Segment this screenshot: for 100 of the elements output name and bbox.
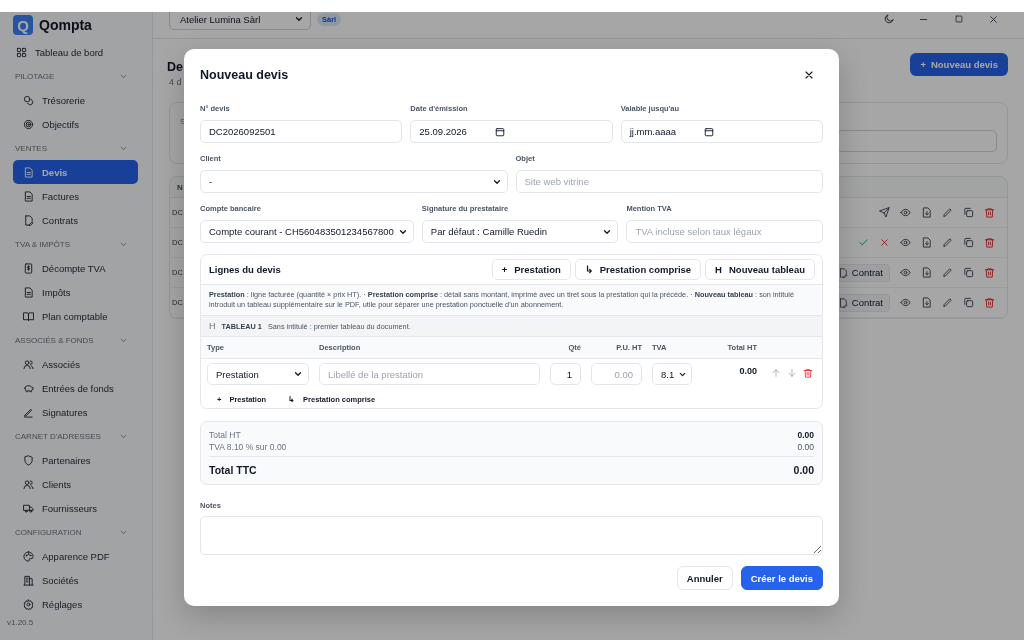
section-heading: TVA & IMPÔTS [15, 239, 70, 249]
line-total: 0.00 [738, 365, 757, 377]
text-field[interactable]: Site web vitrine [515, 170, 823, 194]
trash-icon [984, 297, 995, 308]
notes-field[interactable] [200, 516, 823, 555]
total-label: TVA 8.10 % sur 0.00 [209, 440, 287, 453]
select-field[interactable]: Compte courant - CH560483501234567800 [200, 220, 414, 244]
sidebar-item[interactable]: Signatures [13, 400, 138, 424]
app-name: Qompta [39, 17, 92, 33]
select-field[interactable]: Par défaut : Camille Ruedin [421, 220, 619, 244]
shield-icon [23, 454, 34, 466]
calendar-icon [704, 126, 715, 137]
sidebar-item[interactable]: Impôts [13, 280, 138, 304]
page-subtitle: 4 d [169, 77, 183, 87]
pencil-document-icon [837, 297, 848, 308]
pencil-icon [942, 207, 953, 218]
trash-icon [803, 368, 813, 379]
copy-icon [963, 237, 974, 248]
date-field[interactable]: 25.09.2026 [410, 120, 613, 144]
palette-icon [23, 550, 34, 562]
pencil-icon [942, 297, 953, 308]
truck-icon [23, 502, 34, 514]
total-value: 0.00 [797, 428, 814, 441]
description-field[interactable]: Libellé de la prestation [319, 363, 540, 386]
sidebar-item[interactable]: Décompte TVA [13, 256, 138, 280]
file-download-icon [921, 237, 932, 248]
column-header: N [177, 182, 183, 192]
file-download-icon [921, 297, 932, 308]
section-heading: CONFIGURATION [15, 527, 82, 537]
date-field[interactable]: jj.mm.aaaa [620, 120, 823, 144]
section-heading: CARNET D'ADRESSES [15, 431, 101, 441]
copy-icon [963, 267, 974, 278]
file-download-icon [921, 207, 932, 218]
section-heading: ASSOCIÉS & FONDS [15, 335, 94, 345]
pencil-icon [942, 237, 953, 248]
new-quote-button[interactable]: + Nouveau devis [910, 53, 1008, 76]
close-icon [879, 237, 890, 248]
send-icon [879, 207, 890, 218]
unit-price-field[interactable]: 0.00 [591, 363, 642, 386]
cancel-button[interactable]: Annuler [676, 566, 733, 590]
piggy-bank-icon [23, 382, 34, 394]
add-line-button[interactable]: ↳ Prestation comprise [574, 259, 702, 281]
sidebar-item[interactable]: Factures [13, 184, 138, 208]
sidebar-item[interactable]: Contrats [13, 208, 138, 232]
vat-select[interactable]: 8.1 [652, 363, 692, 386]
total-value: 0.00 [793, 462, 814, 477]
copy-icon [963, 207, 974, 218]
section-title: Lignes du devis [209, 264, 281, 276]
add-line-button[interactable]: + Prestation [491, 259, 571, 281]
section-heading: PILOTAGE [15, 71, 55, 81]
text-field[interactable]: TVA incluse selon taux légaux [626, 220, 823, 244]
create-button[interactable]: Créer le devis [740, 566, 823, 590]
sidebar-item[interactable]: Réglages [13, 592, 138, 616]
sidebar-item[interactable]: Trésorerie [13, 88, 138, 112]
pen-icon [23, 406, 34, 418]
grid-icon [16, 46, 27, 58]
heading-icon: H [209, 321, 216, 332]
sidebar-item[interactable]: Sociétés [13, 568, 138, 592]
eye-icon [900, 207, 911, 218]
sidebar-item[interactable]: Entrées de fonds [13, 376, 138, 400]
sidebar-item[interactable]: Clients [13, 472, 138, 496]
target-icon [23, 118, 34, 130]
text-field[interactable]: DC2026092501 [200, 120, 403, 144]
sidebar-item[interactable]: Objectifs [13, 112, 138, 136]
settings-icon [23, 598, 34, 610]
users-icon [23, 358, 34, 370]
sidebar-item[interactable]: Devis [13, 160, 138, 184]
sidebar-item[interactable]: Fournisseurs [13, 496, 138, 520]
sidebar-item[interactable]: Partenaires [13, 448, 138, 472]
building-icon [23, 574, 34, 586]
sidebar-item[interactable]: Plan comptable [13, 304, 138, 328]
book-icon [23, 310, 34, 322]
quantity-field[interactable]: 1 [550, 363, 581, 386]
pencil-document-icon [837, 267, 848, 278]
moon-icon [882, 13, 895, 25]
trash-icon [984, 237, 995, 248]
pencil-icon [942, 267, 953, 278]
type-select[interactable]: Prestation [207, 363, 309, 386]
logo-icon: Q [13, 15, 33, 35]
trash-icon [984, 207, 995, 218]
sidebar-item[interactable]: Apparence PDF [13, 544, 138, 568]
eye-icon [900, 267, 911, 278]
document-pen-icon [23, 214, 34, 226]
document-icon [23, 190, 34, 202]
dialog-title: Nouveau devis [200, 67, 289, 82]
calendar-icon [494, 126, 505, 137]
maximize-icon [953, 14, 964, 24]
eye-icon [900, 297, 911, 308]
sidebar-item[interactable]: Associés [13, 352, 138, 376]
total-label: Total TTC [209, 462, 257, 477]
file-download-icon [921, 267, 932, 278]
dollar-document-icon [23, 262, 34, 274]
document-icon [23, 286, 34, 298]
coins-icon [23, 94, 34, 106]
check-icon [858, 237, 869, 248]
document-icon [23, 166, 34, 178]
eye-icon [900, 237, 911, 248]
add-line-button[interactable]: H Nouveau tableau [705, 259, 815, 281]
sidebar-item[interactable]: Tableau de bord [13, 40, 138, 64]
select-field[interactable]: - [200, 170, 508, 194]
